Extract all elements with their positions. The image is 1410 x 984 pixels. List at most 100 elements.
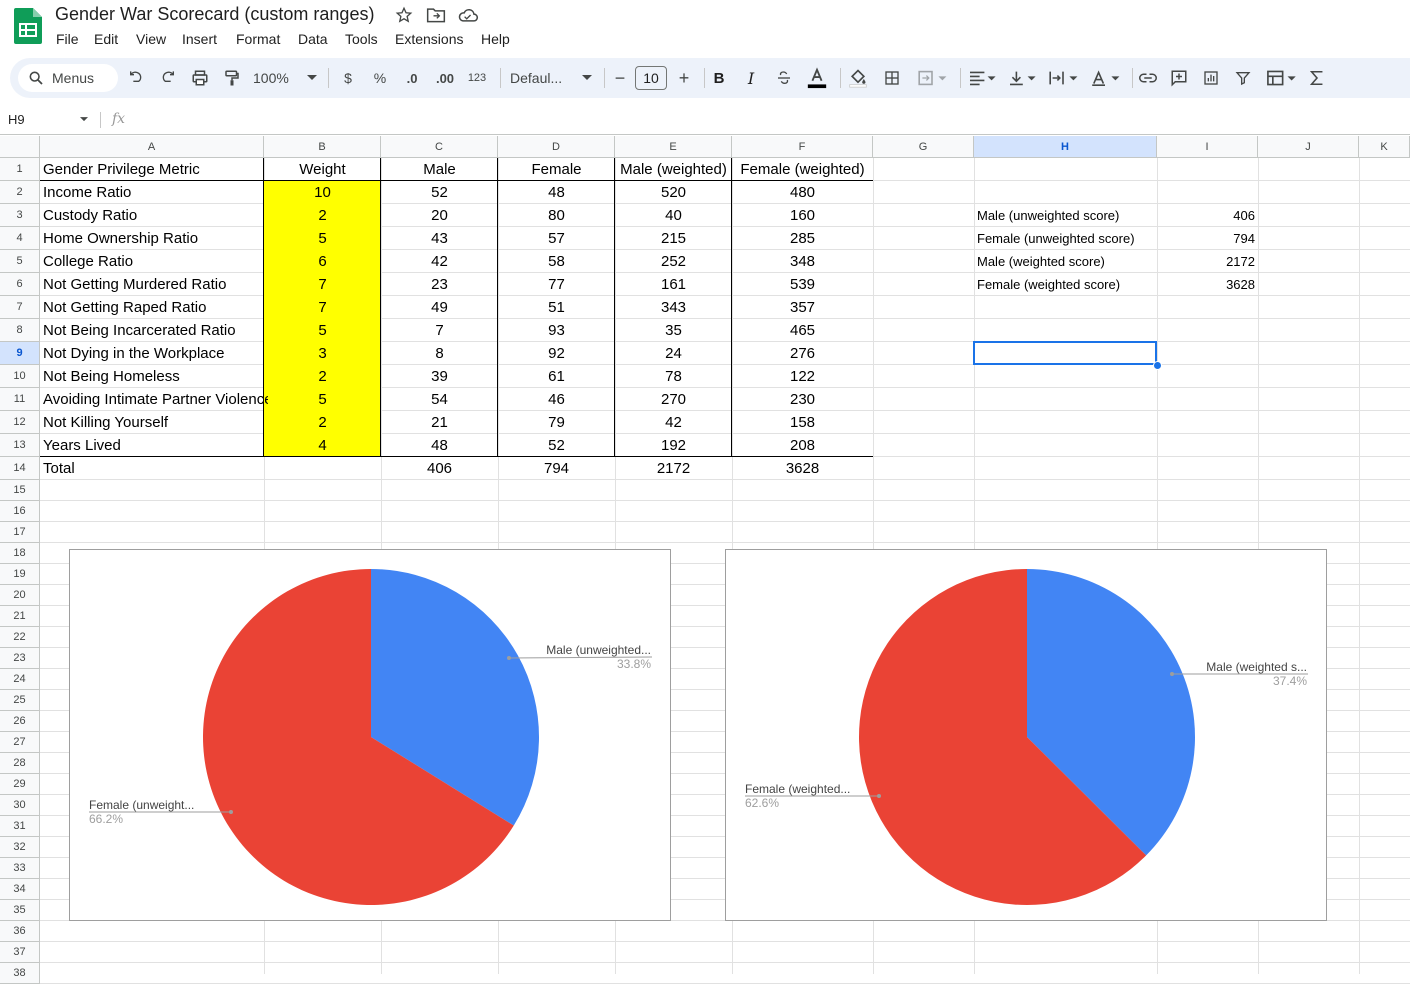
value-cell[interactable]: 52 (381, 181, 498, 204)
row-header-9[interactable]: 9 (0, 342, 40, 365)
row-header-7[interactable]: 7 (0, 296, 40, 319)
font-size-increase-button[interactable]: + (676, 64, 692, 92)
column-header-f[interactable]: F (732, 136, 873, 158)
value-cell[interactable]: 5 (264, 319, 381, 342)
value-cell[interactable]: 40 (615, 204, 732, 227)
menu-file[interactable]: File (56, 31, 79, 47)
value-cell[interactable]: 35 (615, 319, 732, 342)
fill-color-button[interactable] (846, 64, 870, 92)
value-cell[interactable]: 7 (381, 319, 498, 342)
pie-chart-weighted[interactable]: Male (weighted s... 37.4% Female (weighted… (725, 549, 1327, 921)
row-header-16[interactable]: 16 (0, 501, 40, 522)
metric-cell[interactable]: Not Killing Yourself (40, 411, 268, 434)
metric-cell[interactable]: Custody Ratio (40, 204, 268, 227)
italic-button[interactable]: I (742, 64, 760, 92)
column-header-h[interactable]: H (974, 136, 1157, 158)
summary-label[interactable]: Male (weighted score) (974, 250, 1157, 273)
value-cell[interactable]: 348 (732, 250, 873, 273)
value-cell[interactable]: 54 (381, 388, 498, 411)
value-cell[interactable]: 5 (264, 388, 381, 411)
total-cell[interactable]: Total (40, 457, 268, 480)
column-header-k[interactable]: K (1359, 136, 1410, 158)
increase-decimal-button[interactable]: .00 (432, 64, 458, 92)
move-folder-icon[interactable] (426, 6, 446, 26)
summary-value[interactable]: 794 (1157, 227, 1258, 250)
row-header-33[interactable]: 33 (0, 858, 40, 879)
total-cell[interactable]: 3628 (732, 457, 873, 480)
value-cell[interactable]: 480 (732, 181, 873, 204)
row-header-24[interactable]: 24 (0, 669, 40, 690)
row-header-20[interactable]: 20 (0, 585, 40, 606)
sheets-logo-icon[interactable] (14, 8, 42, 44)
summary-label[interactable]: Female (unweighted score) (974, 227, 1157, 250)
row-header-29[interactable]: 29 (0, 774, 40, 795)
column-header-c[interactable]: C (381, 136, 498, 158)
insert-link-button[interactable] (1138, 64, 1158, 92)
value-cell[interactable]: 122 (732, 365, 873, 388)
bold-button[interactable]: B (710, 64, 728, 92)
menu-view[interactable]: View (136, 31, 166, 47)
value-cell[interactable]: 7 (264, 273, 381, 296)
row-header-3[interactable]: 3 (0, 204, 40, 227)
value-cell[interactable]: 230 (732, 388, 873, 411)
row-header-5[interactable]: 5 (0, 250, 40, 273)
menu-help[interactable]: Help (481, 31, 510, 47)
functions-button[interactable] (1307, 64, 1327, 92)
value-cell[interactable]: 61 (498, 365, 615, 388)
value-cell[interactable]: 23 (381, 273, 498, 296)
value-cell[interactable]: 52 (498, 434, 615, 457)
value-cell[interactable]: 343 (615, 296, 732, 319)
value-cell[interactable]: 39 (381, 365, 498, 388)
row-header-26[interactable]: 26 (0, 711, 40, 732)
value-cell[interactable]: 2 (264, 365, 381, 388)
filter-views-button[interactable] (1264, 64, 1298, 92)
horizontal-align-button[interactable] (966, 64, 998, 92)
row-header-13[interactable]: 13 (0, 434, 40, 457)
value-cell[interactable]: 7 (264, 296, 381, 319)
metric-cell[interactable]: Not Getting Murdered Ratio (40, 273, 268, 296)
value-cell[interactable]: 48 (381, 434, 498, 457)
value-cell[interactable]: 357 (732, 296, 873, 319)
value-cell[interactable]: 161 (615, 273, 732, 296)
menu-tools[interactable]: Tools (345, 31, 378, 47)
menu-extensions[interactable]: Extensions (395, 31, 463, 47)
value-cell[interactable]: 77 (498, 273, 615, 296)
name-box[interactable]: H9 (0, 109, 96, 131)
value-cell[interactable]: 4 (264, 434, 381, 457)
value-cell[interactable]: 285 (732, 227, 873, 250)
value-cell[interactable]: 46 (498, 388, 615, 411)
document-title[interactable]: Gender War Scorecard (custom ranges) (55, 4, 374, 25)
row-header-1[interactable]: 1 (0, 158, 40, 181)
redo-button[interactable] (157, 64, 179, 92)
header-cell[interactable]: Male (weighted) (615, 158, 732, 181)
value-cell[interactable]: 160 (732, 204, 873, 227)
menu-data[interactable]: Data (298, 31, 328, 47)
row-header-32[interactable]: 32 (0, 837, 40, 858)
value-cell[interactable]: 57 (498, 227, 615, 250)
strikethrough-button[interactable] (774, 64, 794, 92)
column-header-g[interactable]: G (873, 136, 974, 158)
summary-value[interactable]: 3628 (1157, 273, 1258, 296)
borders-button[interactable] (882, 64, 902, 92)
row-header-2[interactable]: 2 (0, 181, 40, 204)
value-cell[interactable]: 252 (615, 250, 732, 273)
row-header-36[interactable]: 36 (0, 921, 40, 942)
total-cell[interactable]: 2172 (615, 457, 732, 480)
value-cell[interactable]: 465 (732, 319, 873, 342)
select-all-corner[interactable] (0, 136, 40, 158)
metric-cell[interactable]: Not Being Homeless (40, 365, 268, 388)
row-header-19[interactable]: 19 (0, 564, 40, 585)
value-cell[interactable]: 520 (615, 181, 732, 204)
value-cell[interactable]: 49 (381, 296, 498, 319)
row-header-35[interactable]: 35 (0, 900, 40, 921)
value-cell[interactable]: 20 (381, 204, 498, 227)
filter-button[interactable] (1233, 64, 1253, 92)
print-button[interactable] (189, 64, 211, 92)
row-header-17[interactable]: 17 (0, 522, 40, 543)
value-cell[interactable]: 42 (615, 411, 732, 434)
value-cell[interactable]: 6 (264, 250, 381, 273)
value-cell[interactable]: 3 (264, 342, 381, 365)
value-cell[interactable]: 2 (264, 204, 381, 227)
header-cell[interactable]: Female (498, 158, 615, 181)
total-cell[interactable]: 406 (381, 457, 498, 480)
